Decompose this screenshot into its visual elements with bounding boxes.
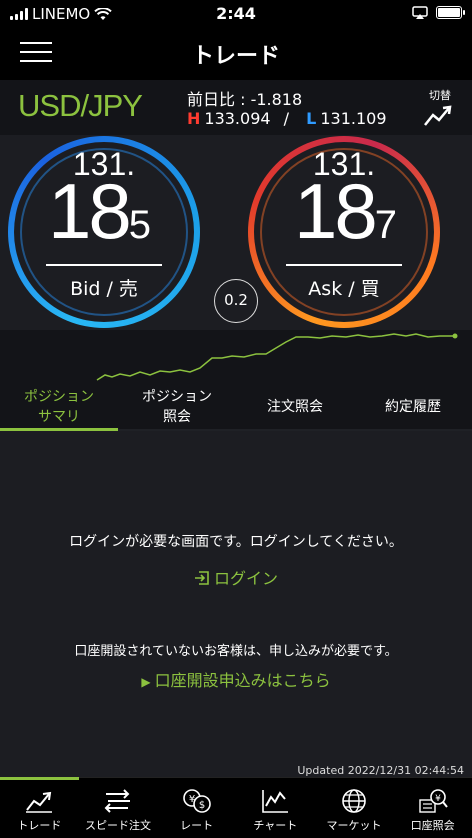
high-low-separator: / bbox=[283, 109, 290, 128]
ask-fraction: 7 bbox=[374, 203, 398, 247]
globe-icon bbox=[342, 789, 366, 813]
price-gauges: 131. 185 Bid / 売 131. 187 Ask / 買 0.2 bbox=[0, 135, 472, 330]
ask-pips: 18 bbox=[294, 167, 378, 255]
position-tabs: ポジション サマリ ポジション 照会 注文照会 約定履歴 bbox=[0, 383, 472, 431]
nav-trade[interactable]: トレード bbox=[0, 777, 79, 838]
low-value: 131.109 bbox=[320, 109, 387, 128]
ask-label: Ask / 買 bbox=[308, 278, 380, 300]
nav-account[interactable]: ¥ 口座照会 bbox=[393, 778, 472, 838]
main-content: ログインが必要な画面です。ログインしてください。 ログイン 口座開設されていない… bbox=[0, 431, 472, 777]
mini-price-chart bbox=[0, 330, 472, 383]
page-title: トレード bbox=[191, 44, 280, 69]
ask-divider bbox=[286, 264, 402, 266]
clock: 2:44 bbox=[216, 4, 256, 23]
tab-execution-history[interactable]: 約定履歴 bbox=[354, 383, 472, 431]
bid-pips: 18 bbox=[48, 167, 132, 255]
chart-icon bbox=[262, 790, 289, 813]
account-required-message: 口座開設されていないお客様は、申し込みが必要です。 bbox=[74, 644, 398, 659]
tab-order-inquiry[interactable]: 注文照会 bbox=[236, 383, 354, 431]
play-arrow-icon: ▶ bbox=[141, 675, 151, 689]
nav-rate[interactable]: ¥ $ レート bbox=[157, 778, 236, 838]
high-value: 133.094 bbox=[204, 109, 271, 128]
currency-pair-bar: USD/JPY 前日比 : -1.818 H 133.094 / L 131.109… bbox=[0, 80, 472, 135]
bid-button[interactable]: 131. 185 Bid / 売 bbox=[8, 136, 200, 328]
bid-divider bbox=[46, 264, 162, 266]
screen-mirroring-icon bbox=[412, 6, 428, 19]
trend-chart-icon bbox=[26, 791, 53, 813]
currency-pair[interactable]: USD/JPY bbox=[18, 88, 143, 124]
tab-position-inquiry[interactable]: ポジション 照会 bbox=[118, 383, 236, 431]
nav-chart[interactable]: チャート bbox=[236, 778, 315, 838]
switch-chart-icon bbox=[424, 105, 452, 126]
svg-text:$: $ bbox=[198, 800, 204, 811]
high-label: H bbox=[187, 109, 201, 128]
rate-icon: ¥ $ bbox=[182, 789, 211, 813]
spread-badge: 0.2 bbox=[214, 279, 258, 323]
tab-position-summary[interactable]: ポジション サマリ bbox=[0, 383, 118, 431]
battery-icon bbox=[436, 6, 465, 19]
svg-text:¥: ¥ bbox=[435, 794, 441, 804]
updated-timestamp: Updated 2022/12/31 02:44:54 bbox=[297, 764, 464, 777]
open-account-link[interactable]: ▶ 口座開設申込みはこちら bbox=[0, 667, 472, 691]
login-required-message: ログインが必要な画面です。ログインしてください。 bbox=[69, 534, 403, 550]
nav-speed-order[interactable]: スピード注文 bbox=[79, 778, 158, 838]
price-sparkline bbox=[96, 333, 458, 381]
login-link[interactable]: ログイン bbox=[0, 565, 472, 589]
low-label: L bbox=[306, 109, 317, 128]
bid-fraction: 5 bbox=[128, 203, 152, 247]
status-bar: LINEMO 2:44 bbox=[0, 0, 472, 28]
high-low: H 133.094 / L 131.109 bbox=[187, 109, 387, 128]
nav-market[interactable]: マーケット bbox=[315, 778, 394, 838]
speed-order-icon bbox=[104, 789, 130, 813]
bottom-nav: トレード スピード注文 ¥ $ レート チャート マーケット ¥ 口座照会 bbox=[0, 777, 472, 838]
account-icon: ¥ bbox=[418, 789, 448, 813]
bid-label: Bid / 売 bbox=[70, 278, 138, 300]
ask-button[interactable]: 131. 187 Ask / 買 bbox=[248, 136, 440, 328]
switch-button[interactable]: 切替 bbox=[420, 87, 460, 133]
app-header: トレード bbox=[0, 28, 472, 80]
daily-change: 前日比 : -1.818 bbox=[187, 90, 303, 109]
login-icon bbox=[194, 571, 209, 585]
switch-label: 切替 bbox=[429, 89, 451, 102]
